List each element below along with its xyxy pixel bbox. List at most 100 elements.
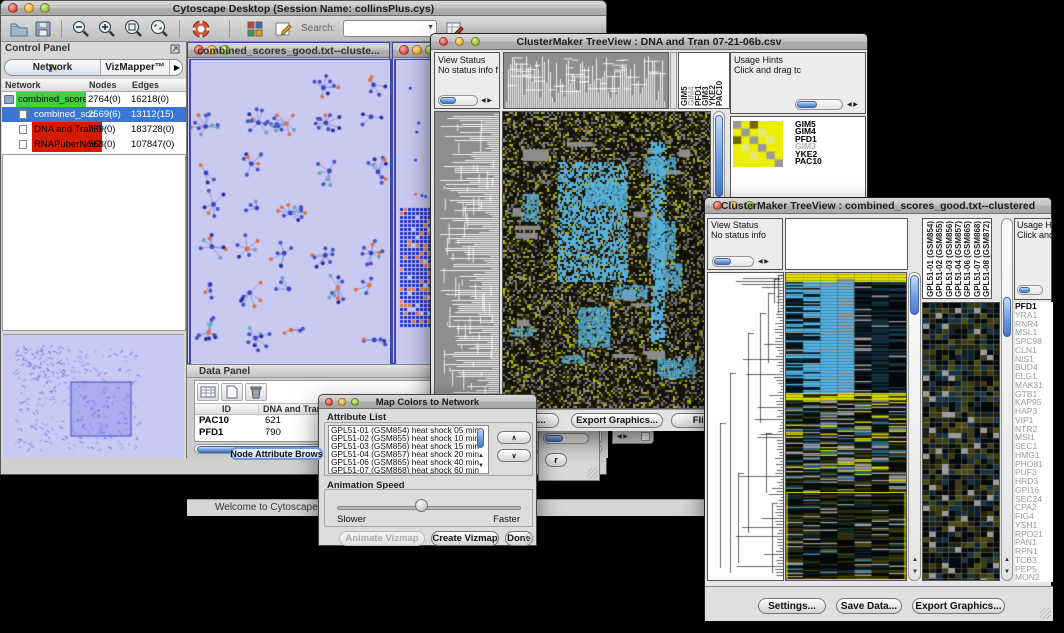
edge-count: 107847(0): [131, 137, 174, 152]
scroll-arrows[interactable]: ◀ ▶: [758, 259, 769, 265]
zoom-fit-icon[interactable]: [149, 19, 169, 39]
settings-button[interactable]: Settings...: [758, 598, 826, 614]
row-dendrogram-canvas[interactable]: [707, 272, 784, 581]
treeview2-titlebar[interactable]: ClusterMaker TreeView : combined_scores_…: [705, 198, 1051, 214]
view-status-scrollbar[interactable]: [712, 256, 754, 267]
column-label[interactable]: PAC10: [716, 81, 724, 106]
zoom-vscrollbar[interactable]: ▲ ▼: [1001, 218, 1013, 581]
background-scrollbar-fragment[interactable]: ◀ ▶: [612, 429, 654, 444]
network1-canvas[interactable]: [189, 59, 392, 366]
network-tree-row[interactable]: RNAPuberNov2+563(0)107847(0): [2, 137, 186, 152]
animation-speed-group: Slower Faster: [324, 489, 533, 527]
row-dendrogram-canvas[interactable]: [434, 111, 500, 409]
zoom-selected-icon[interactable]: [123, 19, 143, 39]
float-panel-icon[interactable]: [170, 44, 180, 54]
usage-hints-scrollbar[interactable]: [795, 99, 843, 110]
fragment-hscrollbar[interactable]: [543, 433, 589, 444]
resize-grip[interactable]: [1040, 608, 1051, 619]
column-label[interactable]: GPL51-08 (GSM872): [983, 221, 991, 297]
animate-vizmap-button[interactable]: Animate Vizmap: [339, 531, 425, 546]
scroll-arrows[interactable]: ◀ ▶: [481, 98, 492, 104]
export-graphics-button[interactable]: Export Graphics...: [912, 598, 1005, 614]
scroll-down-arrow[interactable]: ▼: [912, 569, 918, 575]
zoom-row-label[interactable]: PAC10: [795, 158, 822, 165]
scroll-down-arrow[interactable]: ▼: [478, 463, 484, 469]
zoom-row-labels[interactable]: GIM5GIM4PFD1GIM3YKE2PAC10: [795, 121, 822, 165]
treeview2-title: ClusterMaker TreeView : combined_scores_…: [705, 199, 1051, 214]
vizmap-icon[interactable]: [245, 19, 265, 39]
zoom-heatmap-canvas[interactable]: [922, 302, 1000, 581]
search-input[interactable]: ▼: [343, 20, 437, 37]
column-label[interactable]: GPL51-02 (GSM855): [936, 221, 944, 297]
global-heatmap-canvas[interactable]: [502, 111, 711, 409]
attribute-select-icon[interactable]: [197, 383, 219, 401]
column-dendrogram-canvas[interactable]: [503, 52, 669, 109]
move-up-button[interactable]: ∧: [497, 431, 531, 444]
edge-count: 13112(15): [131, 107, 174, 122]
toolbar-separator: [229, 20, 230, 38]
close-button[interactable]: [399, 45, 409, 55]
column-dendrogram-area[interactable]: [785, 218, 908, 270]
network-tree-table: combined_scores2764(0)16218(0)combined_s…: [2, 92, 186, 154]
export-graphics-button[interactable]: Export Graphics...: [571, 413, 663, 428]
gene-label[interactable]: MON2: [1015, 573, 1053, 582]
control-panel: Control Panel Network VizMapper™ ▶ Netwo…: [1, 42, 187, 458]
network-tree-row[interactable]: combined_scores2764(0)16218(0): [2, 92, 186, 107]
speed-slider-track[interactable]: [337, 506, 521, 510]
fragment-button[interactable]: r: [545, 453, 567, 467]
column-label[interactable]: GPL51-06 (GSM865): [964, 221, 972, 297]
network-tree-row[interactable]: DNA and Tran 07769(0)183728(0): [2, 122, 186, 137]
network-tree-row[interactable]: combined_sco2569(6)13112(15): [2, 107, 186, 122]
attribute-list[interactable]: GPL51-01 (GSM854) heat shock 05 minGPL51…: [328, 425, 489, 474]
usage-hints-scrollbar[interactable]: [1017, 285, 1043, 295]
column-label[interactable]: GPL51-01 (GSM854): [927, 221, 935, 297]
tab-network[interactable]: Network: [5, 60, 101, 75]
column-label[interactable]: GPL51-04 (GSM857): [955, 221, 963, 297]
minimize-button[interactable]: [412, 45, 422, 55]
save-icon[interactable]: [33, 19, 53, 39]
gene-labels-list[interactable]: PFD1YRA1RNR4MSL1SPC98CLN1NIS1BUD4ELG1MAK…: [1015, 302, 1053, 582]
resize-grip[interactable]: [524, 533, 535, 544]
global-heatmap-canvas[interactable]: [785, 272, 907, 581]
tab-vizmapper[interactable]: VizMapper™: [101, 60, 169, 75]
chevron-down-icon[interactable]: ▼: [427, 24, 434, 31]
edge-count: 183728(0): [131, 122, 174, 137]
attribute-list-scrollbar[interactable]: ▲ ▼: [476, 427, 487, 472]
scroll-up-arrow[interactable]: ▲: [912, 557, 918, 563]
node-attribute-browser-tab[interactable]: Node Attribute Brows: [230, 447, 323, 460]
treeview1-titlebar[interactable]: ClusterMaker TreeView : DNA and Tran 07-…: [431, 34, 867, 50]
scroll-down-arrow[interactable]: ▼: [1004, 569, 1010, 575]
scroll-up-arrow[interactable]: ▲: [1004, 557, 1010, 563]
zoom-out-icon[interactable]: [71, 19, 91, 39]
dialog-titlebar[interactable]: Map Colors to Network: [319, 395, 536, 409]
column-label[interactable]: GPL51-03 (GSM856): [946, 221, 954, 297]
open-file-icon[interactable]: [9, 19, 29, 39]
main-titlebar[interactable]: Cytoscape Desktop (Session Name: collins…: [1, 1, 606, 16]
node-count: 563(0): [88, 137, 115, 152]
annotation-icon[interactable]: [273, 19, 293, 39]
zoom-in-icon[interactable]: [97, 19, 117, 39]
desktop: Cytoscape Desktop (Session Name: collins…: [0, 0, 1064, 633]
tab-overflow-arrow[interactable]: ▶: [169, 60, 183, 75]
create-vizmap-button[interactable]: Create Vizmap: [431, 531, 499, 546]
attribute-item[interactable]: GPL51-07 (GSM868) heat shock 60 min: [331, 466, 476, 474]
scroll-arrows[interactable]: ◀ ▶: [847, 102, 858, 108]
column-label[interactable]: GPL51-07 (GSM868): [974, 221, 982, 297]
control-panel-title: Control Panel: [5, 43, 70, 54]
move-down-button[interactable]: ∨: [497, 449, 531, 462]
scroll-arrows[interactable]: ◀ ▶: [617, 434, 628, 440]
delete-attribute-icon[interactable]: [245, 383, 267, 401]
view-status-scrollbar[interactable]: [438, 95, 478, 106]
zoom-heatmap-canvas[interactable]: [733, 121, 783, 167]
new-attribute-icon[interactable]: [221, 383, 243, 401]
speed-slider-thumb[interactable]: [415, 499, 428, 512]
file-icon: [19, 125, 27, 134]
network1-titlebar[interactable]: combined_scores_good.txt--cluste...: [188, 43, 389, 58]
heatmap-vscrollbar[interactable]: ▲ ▼: [908, 272, 921, 581]
resize-grip[interactable]: [587, 468, 598, 479]
scroll-box[interactable]: [641, 432, 650, 441]
node-count: 769(0): [88, 122, 115, 137]
help-lifebuoy-icon[interactable]: [191, 19, 211, 39]
scroll-up-arrow[interactable]: ▲: [478, 453, 484, 459]
save-data-button[interactable]: Save Data...: [836, 598, 902, 614]
